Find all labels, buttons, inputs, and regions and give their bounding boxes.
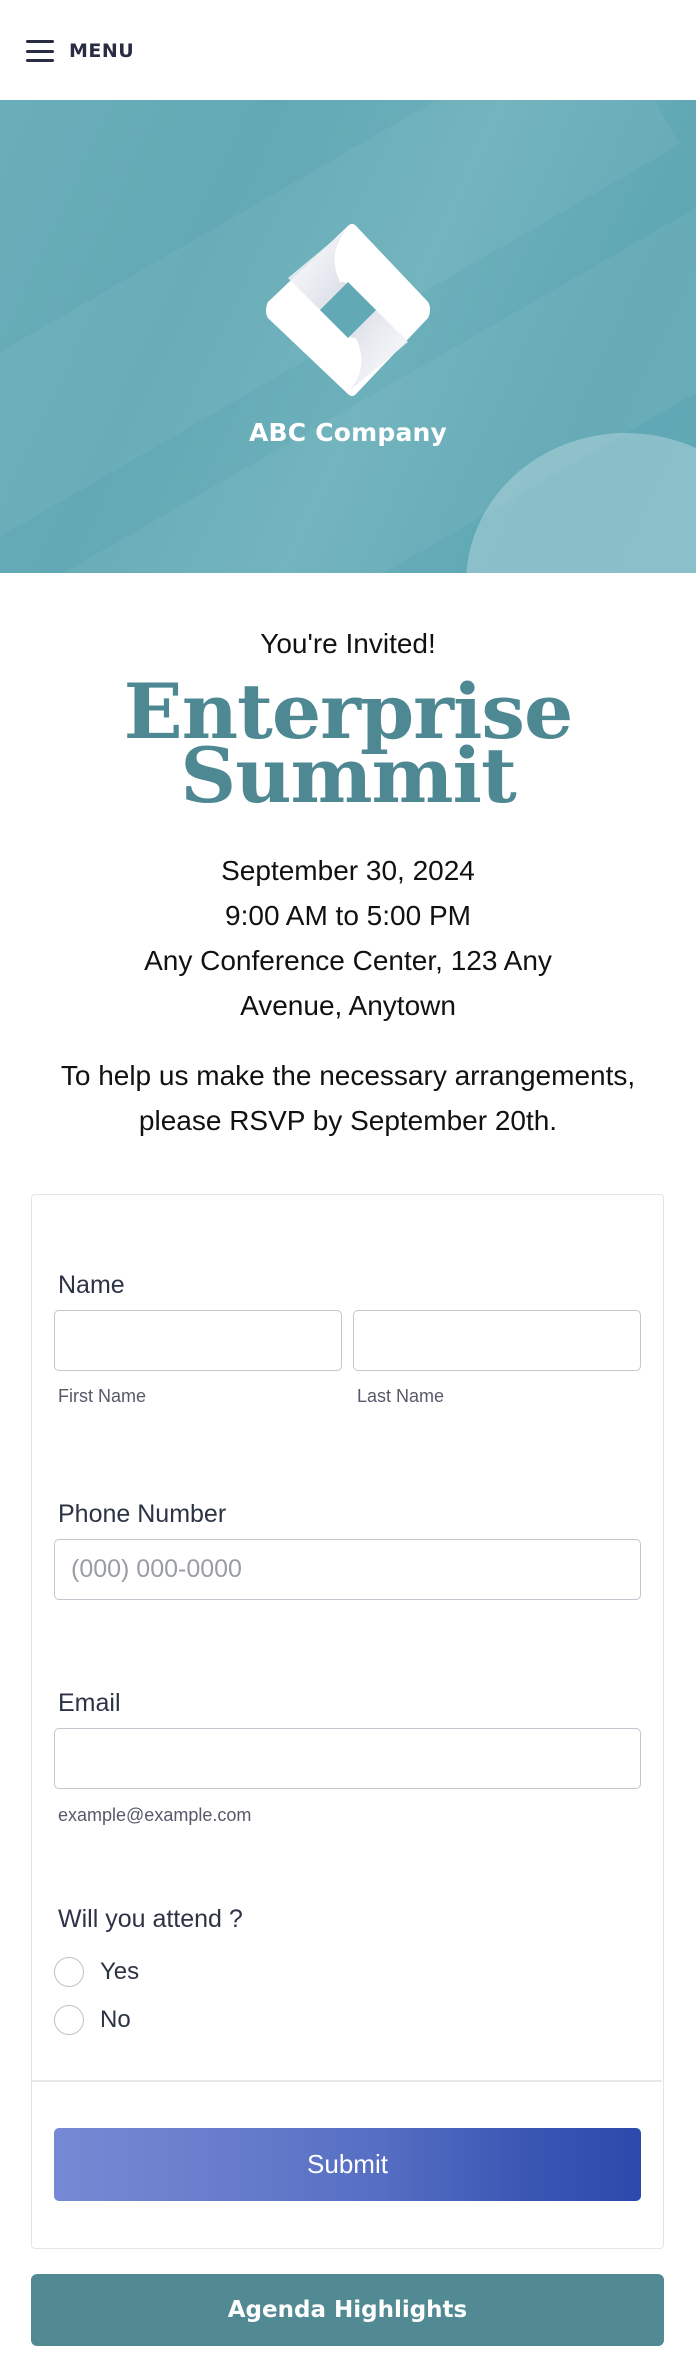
radio-circle-icon[interactable] [54,1957,84,1987]
attend-option-label: No [100,2006,131,2033]
phone-number-label: Phone Number [58,1500,227,1528]
event-date: September 30, 2024 [221,855,475,886]
attend-question-label: Will you attend ? [58,1905,243,1933]
event-location-line-1: Any Conference Center, 123 Any [144,945,552,976]
company-name: ABC Company [248,418,448,447]
attend-option-label: Yes [100,1958,140,1985]
event-details: September 30, 2024 9:00 AM to 5:00 PM An… [0,848,696,1028]
rsvp-note-line-2: please RSVP by September 20th. [138,1105,558,1136]
rsvp-note: To help us make the necessary arrangemen… [0,1053,696,1143]
first-name-input[interactable] [54,1310,342,1371]
email-sublabel: example@example.com [58,1805,252,1825]
submit-button[interactable]: Submit [54,2128,641,2201]
menu-button[interactable]: MENU [26,34,134,68]
first-name-sublabel: First Name [58,1386,147,1406]
phone-number-input[interactable] [54,1539,641,1600]
last-name-input[interactable] [353,1310,641,1371]
radio-circle-icon[interactable] [54,2005,84,2035]
rsvp-form: Name First Name Last Name Phone Number E… [31,1194,664,2249]
email-input[interactable] [54,1728,641,1789]
rsvp-note-line-1: To help us make the necessary arrangemen… [60,1060,636,1091]
invitation-heading: You're Invited! [260,628,436,659]
event-location-line-2: Avenue, Anytown [240,990,456,1021]
attend-option-yes[interactable]: Yes [54,1957,139,1987]
event-title: Enterprise Summit [0,674,696,820]
diamond-logo-icon [266,224,430,396]
form-divider [32,2080,662,2082]
menu-label: MENU [69,40,135,62]
last-name-sublabel: Last Name [357,1386,445,1406]
agenda-highlights-button[interactable]: Agenda Highlights [31,2274,664,2346]
attend-option-no[interactable]: No [54,2005,131,2035]
event-time: 9:00 AM to 5:00 PM [225,900,471,931]
top-navigation-bar: MENU [0,0,696,100]
hero-banner: ABC Company [0,100,696,573]
event-title-line-2: Summit [180,731,517,820]
hamburger-menu-icon [26,40,54,62]
email-label: Email [58,1689,121,1717]
name-label: Name [58,1271,125,1299]
